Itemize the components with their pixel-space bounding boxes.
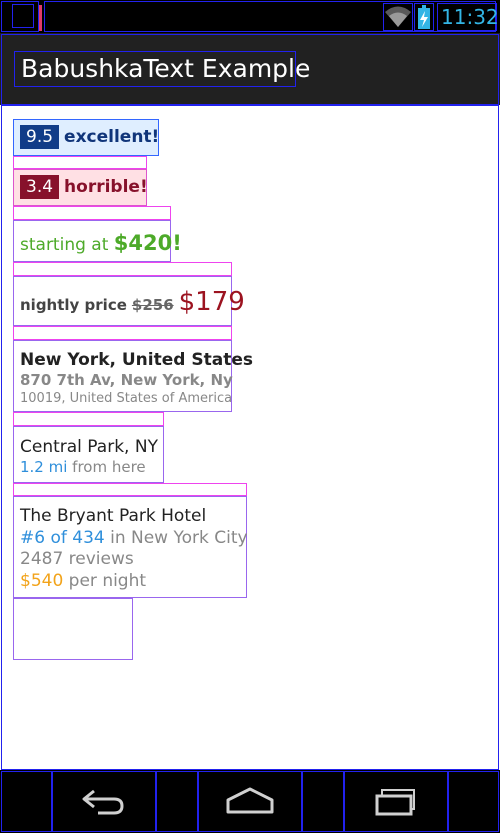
place-name: Central Park, NY [20, 437, 158, 457]
address-line-1: New York, United States [20, 350, 253, 370]
nightly-price-label: nightly price [20, 296, 127, 314]
notification-slot [12, 4, 34, 28]
nav-cell [156, 771, 198, 832]
distance-view: Central Park, NY 1.2 mi from here [13, 426, 164, 483]
nav-cell [448, 771, 499, 832]
starting-price-prefix: starting at [20, 235, 114, 255]
hotel-price-suffix: per night [63, 571, 147, 591]
distance-suffix: from here [67, 458, 146, 476]
notification-indicator [39, 5, 42, 31]
margin-outline [13, 412, 164, 426]
rating-score-badge: 9.5 [20, 125, 60, 149]
battery-charging-icon [414, 3, 434, 31]
recent-apps-icon [375, 789, 415, 816]
address-line-3: 10019, United States of America [20, 391, 233, 406]
margin-outline [13, 326, 232, 340]
empty-view [13, 598, 133, 660]
margin-outline [13, 483, 247, 496]
wifi-icon [383, 3, 413, 31]
hotel-price: $540 [20, 571, 64, 591]
status-clock: 11:32 [441, 5, 499, 29]
hotel-rank: #6 of 434 [20, 528, 105, 548]
home-button[interactable] [220, 780, 280, 824]
home-icon [226, 787, 274, 814]
back-button[interactable] [74, 780, 134, 824]
nightly-price-view: nightly price $256 $179 [13, 276, 245, 326]
new-price: $179 [178, 287, 245, 317]
address-line-2: 870 7th Av, New York, Ny [20, 371, 233, 389]
app-title: BabushkaText Example [21, 54, 311, 83]
hotel-name: The Bryant Park Hotel [20, 506, 207, 526]
starting-price-amount: $420! [113, 231, 182, 255]
hotel-rank-suffix: in New York City [104, 528, 248, 548]
back-icon [82, 789, 124, 815]
nav-cell [1, 771, 52, 832]
distance-value: 1.2 mi [20, 458, 68, 476]
margin-outline [13, 206, 171, 220]
hotel-view: The Bryant Park Hotel #6 of 434 in New Y… [13, 496, 248, 598]
old-price: $256 [131, 296, 174, 314]
address-view: New York, United States 870 7th Av, New … [13, 340, 253, 412]
nav-cell [302, 771, 344, 832]
margin-outline [13, 156, 147, 169]
starting-price-view: starting at $420! [13, 220, 182, 262]
rating-label: horrible! [64, 177, 148, 197]
recent-apps-button[interactable] [366, 780, 426, 824]
rating-score-badge: 3.4 [20, 175, 60, 199]
rating-excellent-view: 9.5 excellent! [13, 119, 159, 156]
margin-outline [13, 262, 232, 276]
rating-label: excellent! [64, 127, 160, 147]
hotel-reviews: 2487 reviews [20, 549, 134, 569]
rating-horrible-view: 3.4 horrible! [13, 169, 148, 206]
